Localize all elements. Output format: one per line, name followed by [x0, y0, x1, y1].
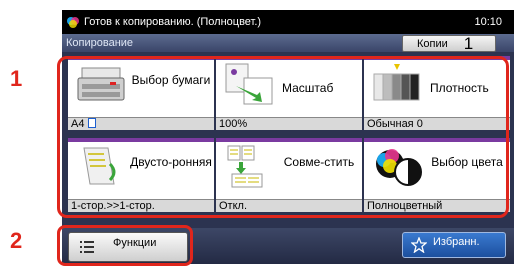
callout-2: 2 — [10, 228, 23, 253]
tile-label: Выбор цвета — [431, 155, 503, 169]
status-bar: Готов к копированию. (Полноцвет.) 10:10 — [62, 10, 514, 34]
tile-label: Масштаб — [282, 81, 334, 95]
tile-value: 1-стор.>>1-стор. — [68, 199, 214, 212]
tile-combine[interactable]: Совме-стить Откл. — [216, 138, 362, 212]
copies-field[interactable]: Копии 1 — [402, 35, 496, 52]
tile-value: Полноцветный — [364, 199, 510, 212]
tile-color-selection[interactable]: Выбор цвета Полноцветный — [364, 138, 510, 212]
screen-title: Копирование — [66, 37, 134, 49]
star-icon — [411, 237, 427, 253]
functions-button[interactable]: Функции — [68, 232, 188, 262]
title-bar: Копирование Копии 1 — [62, 34, 514, 52]
tile-value-text: A4 — [71, 118, 85, 130]
copies-count: 1 — [463, 33, 474, 53]
paper-orientation-icon — [87, 118, 96, 128]
favorites-label: Избранн. — [433, 236, 480, 248]
combine-icon — [227, 145, 263, 188]
tile-value: A4 — [68, 117, 214, 130]
zoom-icon — [225, 63, 273, 105]
tile-value: 100% — [216, 117, 362, 130]
paper-tray-icon — [77, 67, 125, 101]
list-icon — [80, 241, 94, 253]
tile-zoom[interactable]: Масштаб 100% — [216, 56, 362, 130]
callout-1: 1 — [10, 66, 23, 91]
tile-label: Выбор бумаги — [131, 73, 211, 87]
density-icon — [373, 64, 420, 101]
color-selection-icon — [376, 149, 422, 186]
functions-label: Функции — [113, 237, 157, 249]
favorites-button[interactable]: Избранн. — [402, 232, 506, 258]
tile-value: Откл. — [216, 199, 362, 212]
function-tiles-panel: Выбор бумаги A4 Масштаб 100% Плотность О… — [62, 52, 514, 228]
tile-value: Обычная 0 — [364, 117, 510, 130]
tile-paper-selection[interactable]: Выбор бумаги A4 — [68, 56, 214, 130]
tile-label: Двусто-ронняя — [130, 155, 212, 169]
duplex-icon — [83, 147, 116, 185]
tile-label: Совме-стить — [283, 155, 355, 169]
status-text: Готов к копированию. (Полноцвет.) — [84, 16, 262, 28]
tile-label: Плотность — [430, 81, 489, 95]
tile-density[interactable]: Плотность Обычная 0 — [364, 56, 510, 130]
status-time: 10:10 — [474, 16, 502, 28]
copies-label: Копии — [417, 37, 448, 50]
tile-duplex[interactable]: Двусто-ронняя 1-стор.>>1-стор. — [68, 138, 214, 212]
copier-status-icon — [67, 17, 79, 28]
